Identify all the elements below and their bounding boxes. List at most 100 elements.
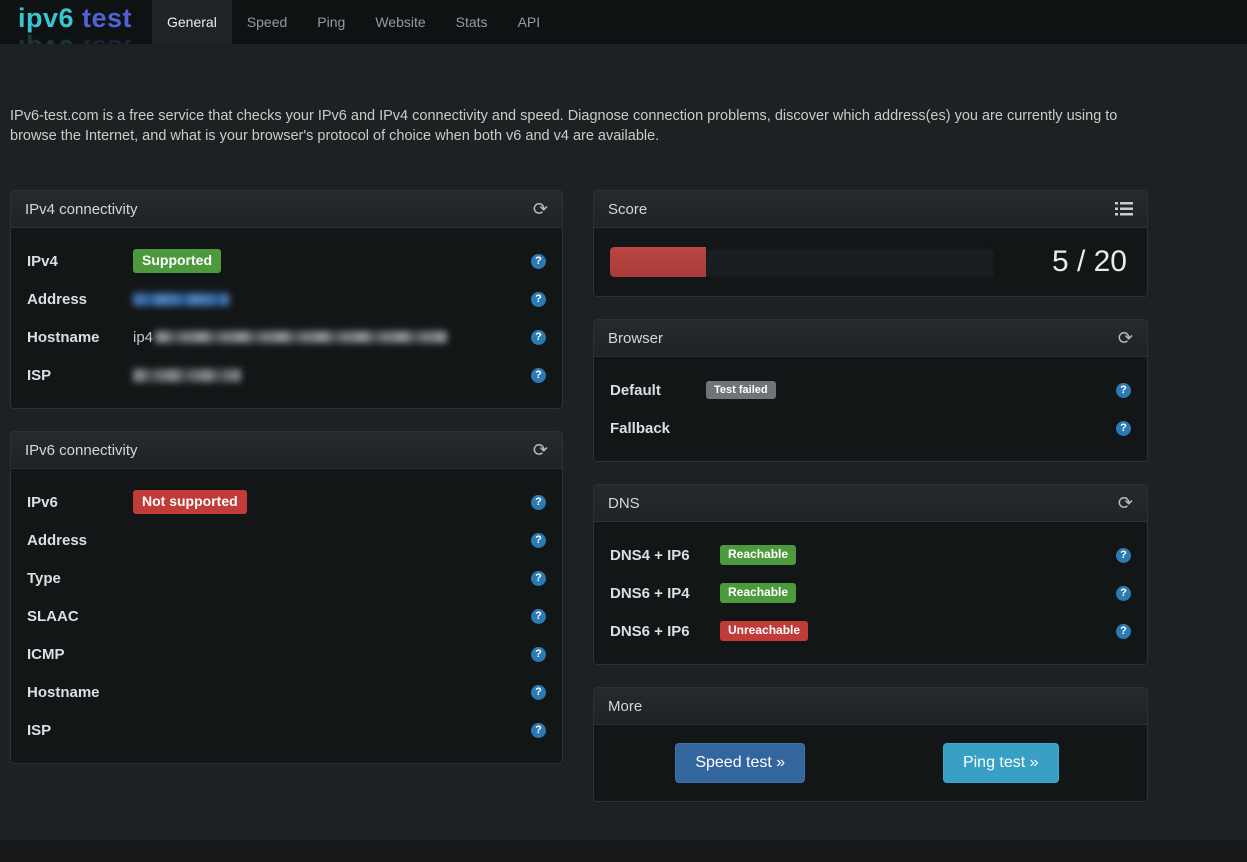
panel-ipv4-header: IPv4 connectivity ⟳ bbox=[11, 191, 562, 228]
panel-ipv6-connectivity: IPv6 connectivity ⟳ IPv6 Not supported ?… bbox=[10, 431, 563, 764]
help-icon[interactable]: ? bbox=[531, 368, 546, 383]
row-isp: ISP ? bbox=[27, 356, 546, 394]
help-icon[interactable]: ? bbox=[531, 723, 546, 738]
row-dns4-ip6: DNS4 + IP6 Reachable ? bbox=[610, 536, 1131, 574]
row-label: Type bbox=[27, 570, 133, 587]
redacted-hostname bbox=[155, 331, 447, 343]
row-label: Hostname bbox=[27, 684, 133, 701]
intro-paragraph: IPv6-test.com is a free service that che… bbox=[10, 106, 1135, 146]
row-default: Default Test failed ? bbox=[610, 371, 1131, 409]
nav-item-stats[interactable]: Stats bbox=[441, 0, 503, 44]
nav-item-api[interactable]: API bbox=[503, 0, 556, 44]
refresh-icon[interactable]: ⟳ bbox=[533, 441, 548, 459]
help-icon[interactable]: ? bbox=[531, 609, 546, 624]
score-bar-fill bbox=[610, 247, 706, 277]
logo-part-ipv6: ipv6 bbox=[18, 3, 74, 33]
row-type: Type ? bbox=[27, 559, 546, 597]
panel-more-header: More bbox=[594, 688, 1147, 725]
row-label: Address bbox=[27, 291, 133, 308]
row-address: Address ? bbox=[27, 521, 546, 559]
row-label: IPv4 bbox=[27, 253, 133, 270]
row-label: ICMP bbox=[27, 646, 133, 663]
more-ping-cell: Ping test » bbox=[871, 743, 1132, 783]
panel-more-title: More bbox=[608, 698, 642, 715]
help-icon[interactable]: ? bbox=[531, 330, 546, 345]
logo[interactable]: ipv6 test ipv6 test bbox=[0, 0, 152, 44]
panel-dns-header: DNS ⟳ bbox=[594, 485, 1147, 522]
help-icon[interactable]: ? bbox=[1116, 586, 1131, 601]
help-icon[interactable]: ? bbox=[531, 495, 546, 510]
row-dns6-ip4: DNS6 + IP4 Reachable ? bbox=[610, 574, 1131, 612]
nav-item-general[interactable]: General bbox=[152, 0, 232, 44]
nav-item-speed[interactable]: Speed bbox=[232, 0, 302, 44]
main-content: IPv4 connectivity ⟳ IPv4 Supported ? Add… bbox=[10, 190, 1237, 824]
redacted-ipv4-address bbox=[133, 293, 229, 306]
row-isp: ISP ? bbox=[27, 711, 546, 749]
help-icon[interactable]: ? bbox=[531, 292, 546, 307]
speed-test-button[interactable]: Speed test » bbox=[675, 743, 805, 783]
refresh-icon[interactable]: ⟳ bbox=[1118, 329, 1133, 347]
refresh-icon[interactable]: ⟳ bbox=[1118, 494, 1133, 512]
status-badge: Reachable bbox=[720, 583, 796, 602]
ping-test-button[interactable]: Ping test » bbox=[943, 743, 1059, 783]
row-label: DNS6 + IP6 bbox=[610, 623, 720, 640]
row-label: IPv6 bbox=[27, 494, 133, 511]
navbar: ipv6 test ipv6 test General Speed Ping W… bbox=[0, 0, 1247, 44]
row-ipv4: IPv4 Supported ? bbox=[27, 242, 546, 280]
footer-strip bbox=[0, 840, 1247, 862]
help-icon[interactable]: ? bbox=[1116, 421, 1131, 436]
panel-dns-body: DNS4 + IP6 Reachable ? DNS6 + IP4 Reacha… bbox=[594, 522, 1147, 664]
panel-browser-title: Browser bbox=[608, 330, 663, 347]
panel-ipv4-title: IPv4 connectivity bbox=[25, 201, 138, 218]
help-icon[interactable]: ? bbox=[1116, 624, 1131, 639]
status-badge: Supported bbox=[133, 249, 221, 272]
nav-items: General Speed Ping Website Stats API bbox=[152, 0, 555, 44]
panel-ipv6-header: IPv6 connectivity ⟳ bbox=[11, 432, 562, 469]
hostname-prefix: ip4 bbox=[133, 329, 153, 346]
panel-dns-title: DNS bbox=[608, 495, 640, 512]
panel-score-body: 5 / 20 bbox=[594, 228, 1147, 296]
row-ipv6: IPv6 Not supported ? bbox=[27, 483, 546, 521]
help-icon[interactable]: ? bbox=[1116, 383, 1131, 398]
help-icon[interactable]: ? bbox=[1116, 548, 1131, 563]
row-hostname: Hostname ip4 ? bbox=[27, 318, 546, 356]
panel-browser: Browser ⟳ Default Test failed ? Fallback… bbox=[593, 319, 1148, 462]
panel-browser-body: Default Test failed ? Fallback ? bbox=[594, 357, 1147, 461]
status-badge: Reachable bbox=[720, 545, 796, 564]
status-badge: Test failed bbox=[706, 381, 776, 399]
row-icmp: ICMP ? bbox=[27, 635, 546, 673]
row-label: Address bbox=[27, 532, 133, 549]
panel-more: More Speed test » Ping test » bbox=[593, 687, 1148, 802]
panel-ipv4-body: IPv4 Supported ? Address ? Hostname ip4 … bbox=[11, 228, 562, 408]
score-bar-track bbox=[610, 247, 995, 277]
help-icon[interactable]: ? bbox=[531, 571, 546, 586]
help-icon[interactable]: ? bbox=[531, 647, 546, 662]
row-label: DNS4 + IP6 bbox=[610, 547, 720, 564]
right-column: Score 5 / 20 Browser ⟳ bbox=[593, 190, 1148, 824]
panel-score: Score 5 / 20 bbox=[593, 190, 1148, 297]
panel-ipv6-body: IPv6 Not supported ? Address ? Type ? SL… bbox=[11, 469, 562, 763]
panel-browser-header: Browser ⟳ bbox=[594, 320, 1147, 357]
help-icon[interactable]: ? bbox=[531, 685, 546, 700]
row-hostname: Hostname ? bbox=[27, 673, 546, 711]
row-address: Address ? bbox=[27, 280, 546, 318]
logo-reflection: ipv6 test bbox=[18, 33, 132, 44]
help-icon[interactable]: ? bbox=[531, 254, 546, 269]
nav-item-website[interactable]: Website bbox=[360, 0, 440, 44]
row-label: ISP bbox=[27, 722, 133, 739]
row-label: SLAAC bbox=[27, 608, 133, 625]
list-icon[interactable] bbox=[1115, 202, 1133, 216]
logo-text: ipv6 test bbox=[18, 3, 132, 34]
help-icon[interactable]: ? bbox=[531, 533, 546, 548]
row-label: Fallback bbox=[610, 420, 706, 437]
refresh-icon[interactable]: ⟳ bbox=[533, 200, 548, 218]
panel-score-header: Score bbox=[594, 191, 1147, 228]
status-badge: Unreachable bbox=[720, 621, 808, 640]
redacted-isp bbox=[133, 369, 241, 382]
more-speed-cell: Speed test » bbox=[610, 743, 871, 783]
nav-item-ping[interactable]: Ping bbox=[302, 0, 360, 44]
panel-ipv6-title: IPv6 connectivity bbox=[25, 442, 138, 459]
panel-dns: DNS ⟳ DNS4 + IP6 Reachable ? DNS6 + IP4 … bbox=[593, 484, 1148, 665]
score-value: 5 / 20 bbox=[1052, 245, 1131, 279]
panel-more-body: Speed test » Ping test » bbox=[594, 725, 1147, 801]
